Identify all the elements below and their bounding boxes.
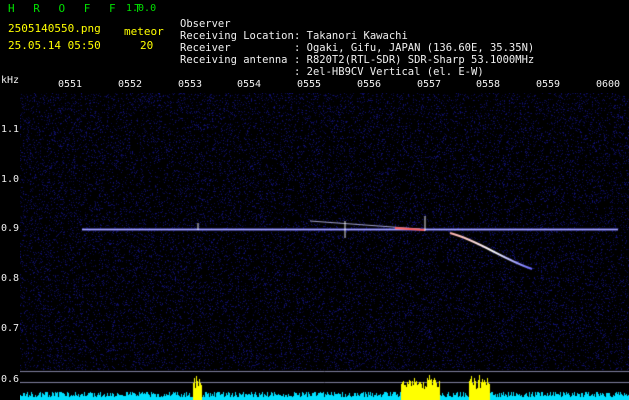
y-tick-label: 0.6 (1, 374, 20, 385)
waterfall-spectrogram (20, 93, 629, 400)
y-tick-label: 1.1 (1, 124, 20, 135)
file-name: 2505140550.png (8, 22, 101, 35)
x-tick-label: 0553 (178, 79, 203, 90)
x-tick-label: 0555 (297, 79, 322, 90)
info-row-location: Receiving Location : Ogaki, Gifu, JAPAN … (180, 18, 534, 54)
y-tick-label: 0.9 (1, 223, 20, 234)
y-axis-unit: kHz (1, 75, 20, 86)
x-tick-label: 0554 (237, 79, 262, 90)
capture-datetime: 25.05.14 05:50 (8, 39, 101, 52)
info-value: : Ogaki, Gifu, JAPAN (136.60E, 35.35N) (294, 42, 535, 54)
app-version: 1.0.0 (126, 3, 157, 14)
x-tick-label: 0556 (357, 79, 382, 90)
info-value: : 2el-HB9CV Vertical (el. E-W) (294, 66, 484, 78)
info-row-receiver: Receiver : R820T2(RTL-SDR) SDR-Sharp 53.… (180, 30, 534, 66)
y-tick-label: 1.0 (1, 174, 20, 185)
x-tick-label: 0559 (536, 79, 561, 90)
y-tick-label: 0.8 (1, 273, 20, 284)
meteor-count: 20 (140, 39, 154, 52)
meteor-label: meteor (124, 25, 164, 38)
info-value: : Takanori Kawachi (294, 30, 408, 42)
x-tick-label: 0551 (58, 79, 83, 90)
x-tick-label: 0557 (417, 79, 442, 90)
x-tick-label: 0600 (596, 79, 621, 90)
info-key: Receiving antenna (180, 54, 288, 66)
info-value: : R820T2(RTL-SDR) SDR-Sharp 53.1000MHz (294, 54, 535, 66)
info-row-antenna: Receiving antenna : 2el-HB9CV Vertical (… (180, 42, 484, 78)
y-tick-label: 0.7 (1, 323, 20, 334)
x-tick-label: 0552 (118, 79, 143, 90)
info-row-observer: Observer : Takanori Kawachi (180, 6, 408, 42)
header-panel: H R O F F T 1.0.0 2505140550.png 25.05.1… (0, 0, 629, 78)
x-tick-label: 0558 (476, 79, 501, 90)
